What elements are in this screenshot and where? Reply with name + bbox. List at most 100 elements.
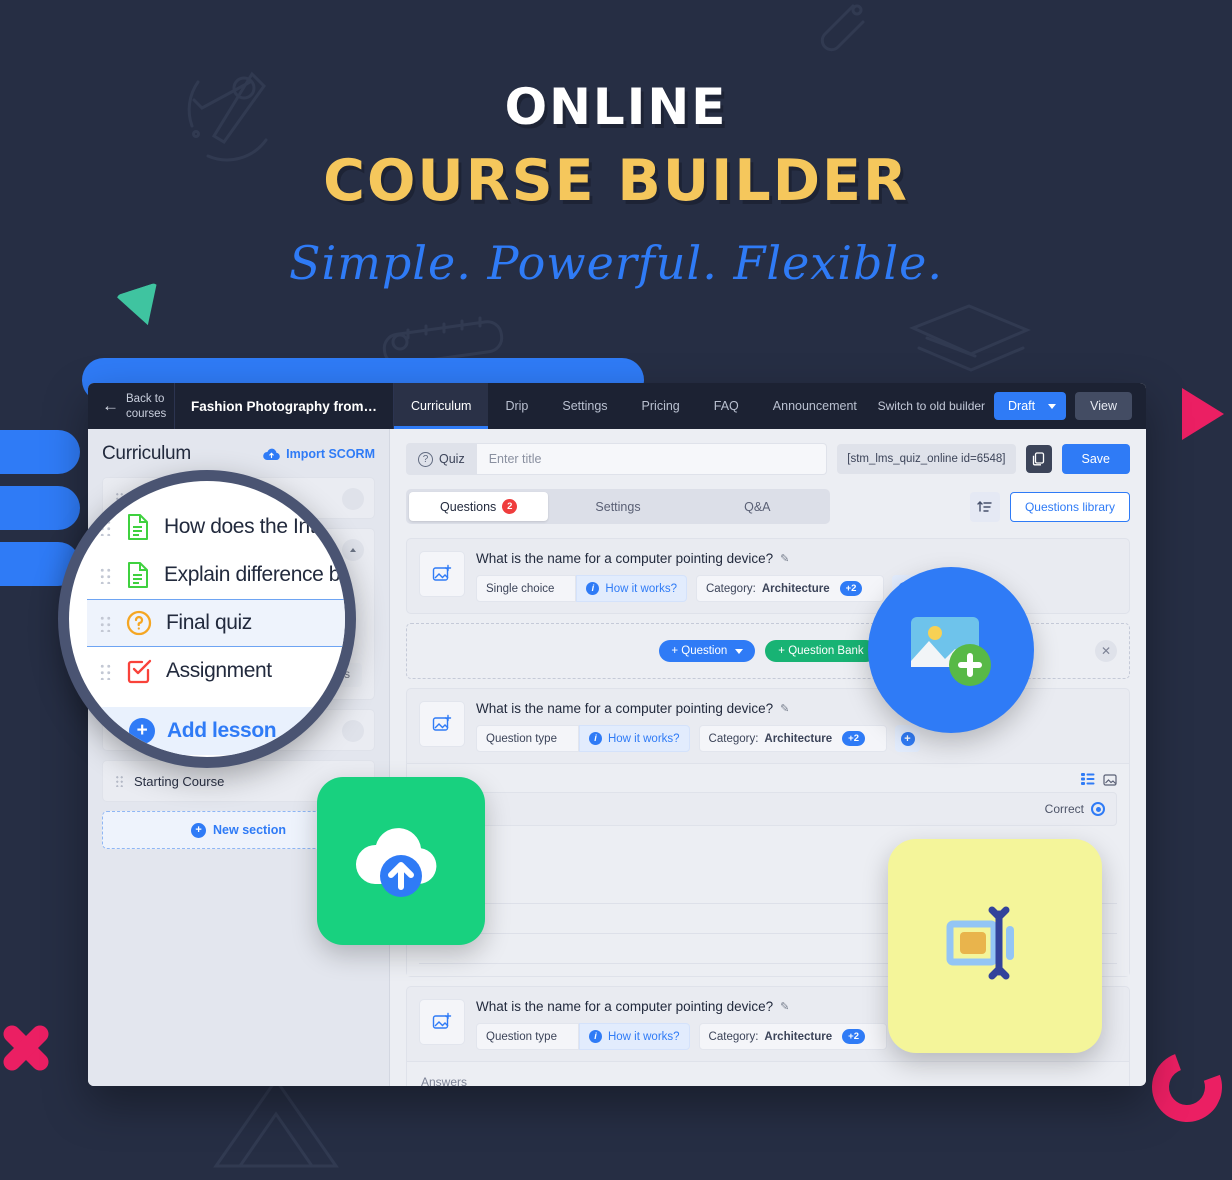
lesson-item[interactable]: Assignment: [87, 647, 345, 695]
draft-status-dropdown[interactable]: Draft: [994, 392, 1067, 420]
category-value: Architecture: [761, 582, 830, 595]
category-more-badge: +2: [839, 581, 863, 596]
info-icon: i: [588, 732, 602, 745]
category-label: Category:: [708, 1030, 759, 1043]
question-text-label: What is the name for a computer pointing…: [476, 999, 774, 1014]
lesson-item-final-quiz[interactable]: Final quiz: [87, 599, 345, 647]
how-it-works-label: How it works?: [607, 1030, 680, 1043]
question-type-label: Single choice: [486, 582, 555, 595]
category-more-badge: +2: [842, 731, 865, 746]
doc-green-icon: [128, 562, 148, 588]
drag-handle-icon[interactable]: [115, 775, 124, 787]
category-label: Category:: [708, 732, 759, 745]
quiz-tabs: Questions 2 Settings Q&A: [406, 489, 830, 524]
tab-curriculum[interactable]: Curriculum: [394, 383, 489, 429]
questions-count-badge: 2: [502, 499, 518, 514]
question-type-dropdown[interactable]: Single choice: [476, 575, 577, 602]
feature-badge-layout: [888, 839, 1102, 1053]
tab-faq[interactable]: FAQ: [697, 383, 756, 429]
category-value: Architecture: [764, 1030, 833, 1043]
category-dropdown[interactable]: Category: Architecture +2: [695, 575, 885, 602]
question-orange-icon: [126, 610, 152, 636]
lesson-label: Explain difference betw: [164, 563, 356, 586]
image-view-icon[interactable]: [1103, 773, 1117, 786]
arrow-left-icon: ←: [102, 396, 119, 416]
tab-announcement[interactable]: Announcement: [756, 383, 874, 429]
edit-pencil-icon[interactable]: ✎: [780, 552, 789, 565]
question-type-dropdown[interactable]: Question type: [476, 1023, 579, 1050]
sort-questions-button[interactable]: [969, 491, 1000, 522]
tab-questions[interactable]: Questions 2: [409, 492, 549, 521]
drag-handle-icon[interactable]: [99, 566, 112, 584]
course-title: Fashion Photography from…: [174, 383, 395, 429]
tab-settings[interactable]: Settings: [545, 383, 624, 429]
category-dropdown[interactable]: Category: Architecture +2: [698, 1023, 887, 1050]
category-more-badge: +2: [842, 1029, 865, 1044]
tab-questions-label: Questions: [440, 499, 497, 514]
category-dropdown[interactable]: Category: Architecture +2: [698, 725, 887, 752]
section-name: Starting Course: [134, 773, 225, 789]
copy-icon: [1032, 452, 1045, 466]
edit-pencil-icon[interactable]: ✎: [780, 1000, 789, 1013]
decor-pink-ring: [1140, 1040, 1232, 1134]
drag-handle-icon[interactable]: [99, 662, 112, 680]
close-icon[interactable]: ✕: [1095, 640, 1117, 662]
add-question-button[interactable]: + Question: [659, 640, 756, 662]
add-question-image-button[interactable]: [419, 551, 465, 597]
lesson-item[interactable]: How does the Intern: [87, 503, 345, 551]
question-type-dropdown[interactable]: Question type: [476, 725, 579, 752]
image-plus-icon: [432, 1012, 452, 1029]
question-text: What is the name for a computer pointing…: [476, 551, 1117, 566]
paperclip-outline-icon: [805, 0, 875, 60]
add-category-button[interactable]: +: [895, 725, 920, 752]
how-it-works-button[interactable]: i How it works?: [576, 575, 687, 602]
tab-quiz-settings[interactable]: Settings: [548, 492, 687, 521]
question-type-label: Question type: [486, 1030, 557, 1043]
view-button[interactable]: View: [1075, 392, 1132, 420]
copy-shortcode-button[interactable]: [1025, 445, 1052, 473]
question-chips: Single choice i How it works? Category: …: [476, 575, 1117, 602]
add-lesson-button[interactable]: + Add lesson: [97, 707, 345, 755]
correct-toggle[interactable]: Correct: [1045, 802, 1105, 816]
quiz-type-badge: ? Quiz: [406, 443, 477, 475]
drag-handle-icon[interactable]: [99, 614, 112, 632]
lesson-item[interactable]: Explain difference betw: [87, 551, 356, 599]
import-scorm-button[interactable]: Import SCORM: [263, 447, 375, 461]
lesson-label: Final quiz: [166, 611, 252, 634]
collapse-section-button[interactable]: [342, 720, 364, 742]
chevron-down-icon: [1048, 403, 1057, 409]
tab-drip[interactable]: Drip: [488, 383, 545, 429]
question-type-label: Question type: [486, 732, 557, 745]
how-it-works-label: How it works?: [607, 732, 680, 745]
questions-library-button[interactable]: Questions library: [1009, 491, 1130, 522]
switch-to-old-builder-link[interactable]: Switch to old builder: [878, 399, 985, 413]
add-question-image-button[interactable]: [419, 701, 465, 747]
back-to-courses-button[interactable]: ← Back to courses: [88, 383, 174, 429]
drag-handle-icon[interactable]: [99, 518, 112, 536]
nav-tabs: Curriculum Drip Settings Pricing FAQ Ann…: [394, 383, 874, 429]
how-it-works-button[interactable]: i How it works?: [578, 1023, 690, 1050]
expand-section-button[interactable]: [342, 539, 364, 561]
edit-pencil-icon[interactable]: ✎: [780, 702, 789, 715]
sidebar-header: Curriculum Import SCORM: [102, 443, 375, 465]
collapse-section-button[interactable]: [342, 488, 364, 510]
add-question-image-button[interactable]: [419, 999, 465, 1045]
tab-pricing[interactable]: Pricing: [625, 383, 697, 429]
how-it-works-button[interactable]: i How it works?: [578, 725, 690, 752]
how-it-works-label: How it works?: [605, 582, 677, 595]
image-plus-icon: [432, 564, 452, 581]
correct-label: Correct: [1044, 802, 1084, 816]
chevron-down-icon: [735, 648, 744, 654]
save-button[interactable]: Save: [1061, 444, 1130, 474]
list-view-icon[interactable]: [1081, 773, 1095, 785]
answer-row[interactable]: Correct: [419, 792, 1117, 826]
hero-line-1: ONLINE: [504, 78, 728, 136]
radio-selected-icon[interactable]: [1091, 802, 1105, 816]
category-label: Category:: [705, 582, 756, 595]
quiz-tabs-row: Questions 2 Settings Q&A Questions libra…: [406, 489, 1130, 524]
quiz-title-input[interactable]: Enter title: [476, 443, 828, 475]
sort-icon: [977, 500, 993, 512]
question-header: What is the name for a computer pointing…: [407, 539, 1129, 613]
add-question-bank-button[interactable]: + Question Bank: [765, 640, 877, 662]
tab-qa[interactable]: Q&A: [688, 492, 827, 521]
